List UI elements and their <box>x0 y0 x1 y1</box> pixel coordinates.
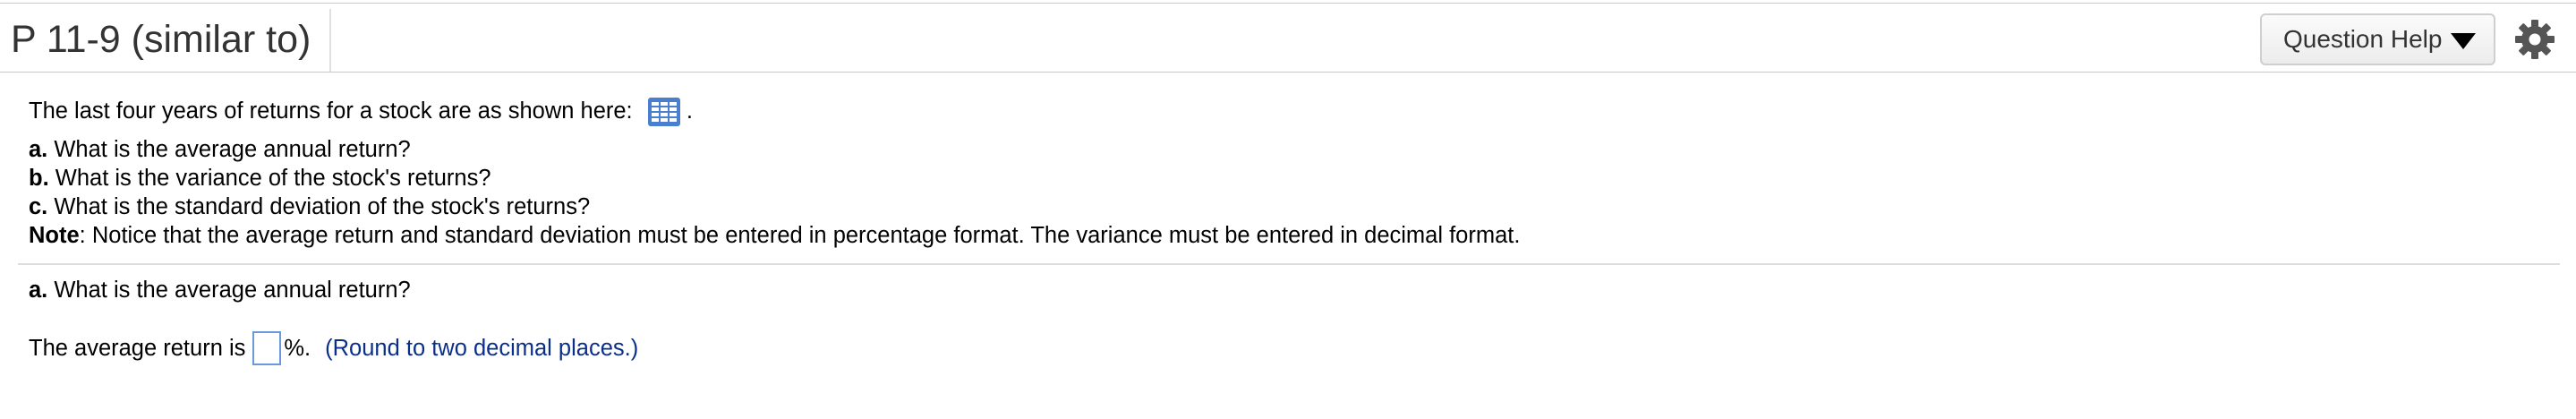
intro-line: The last four years of returns for a sto… <box>29 97 693 127</box>
problem-item: b. What is the variance of the stock's r… <box>29 164 491 192</box>
caret-down-icon <box>2451 33 2477 49</box>
question-text: What is the average annual return? <box>47 278 411 303</box>
table-grid-icon[interactable] <box>647 98 680 127</box>
header: P 11-9 (similar to) Question Help <box>0 4 2576 72</box>
question-letter: a. <box>29 278 48 303</box>
item-letter: a. <box>29 137 48 162</box>
answer-line: The average return is %. (Round to two d… <box>29 331 638 365</box>
section-divider <box>18 263 2560 265</box>
question-help-button[interactable]: Question Help <box>2260 13 2495 65</box>
problem-item: c. What is the standard deviation of the… <box>29 192 590 221</box>
header-divider <box>0 72 2576 73</box>
note-label: Note <box>29 223 80 248</box>
intro-period: . <box>686 98 693 124</box>
page-title: P 11-9 (similar to) <box>11 18 311 61</box>
question-help-label: Question Help <box>2283 25 2443 53</box>
item-letter: b. <box>29 166 49 191</box>
intro-text: The last four years of returns for a sto… <box>29 98 633 124</box>
rounding-instruction: (Round to two decimal places.) <box>325 336 639 361</box>
average-return-input[interactable] <box>252 331 282 365</box>
answer-suffix: %. <box>284 336 311 361</box>
note-line: Note: Notice that the average return and… <box>29 221 1520 250</box>
note-text: : Notice that the average return and sta… <box>79 223 1521 248</box>
title-divider <box>329 9 331 72</box>
item-text: What is the standard deviation of the st… <box>47 194 591 219</box>
answer-prefix: The average return is <box>29 336 246 361</box>
item-letter: c. <box>29 194 48 219</box>
item-text: What is the average annual return? <box>47 137 411 162</box>
page: P 11-9 (similar to) Question Help The la… <box>0 0 2576 419</box>
current-question: a. What is the average annual return? <box>29 276 411 304</box>
gear-icon[interactable] <box>2513 18 2556 61</box>
item-text: What is the variance of the stock's retu… <box>48 166 491 191</box>
problem-item: a. What is the average annual return? <box>29 135 411 164</box>
